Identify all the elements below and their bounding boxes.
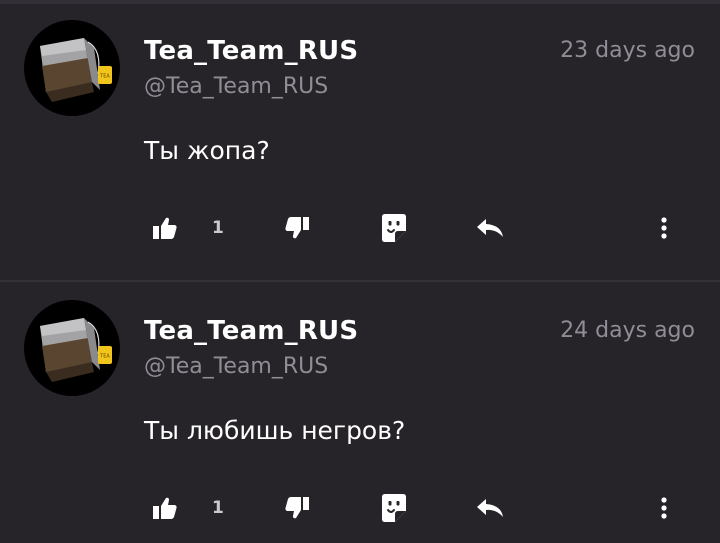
sticker-button[interactable]	[374, 206, 414, 250]
like-button[interactable]	[145, 206, 185, 250]
sticker-icon	[382, 494, 406, 522]
sticker-icon	[382, 214, 406, 242]
more-options-button[interactable]	[644, 486, 684, 530]
action-bar: 1	[0, 206, 720, 252]
timestamp[interactable]: 23 days ago	[560, 38, 695, 63]
reply-button[interactable]	[470, 486, 510, 530]
more-vertical-icon	[661, 497, 667, 519]
like-button[interactable]	[145, 486, 185, 530]
tea-bag-avatar-image: TEA	[40, 38, 112, 102]
comment-post: TEA Tea_Team_RUS @Tea_Team_RUS 24 days a…	[0, 280, 720, 543]
thumbs-down-icon	[285, 497, 309, 519]
svg-text:TEA: TEA	[99, 354, 110, 360]
more-options-button[interactable]	[644, 206, 684, 250]
comment-feed: TEA Tea_Team_RUS @Tea_Team_RUS 23 days a…	[0, 0, 720, 543]
dislike-button[interactable]	[277, 486, 317, 530]
avatar[interactable]: TEA	[24, 20, 120, 116]
timestamp[interactable]: 24 days ago	[560, 318, 695, 343]
comment-text: Ты жопа?	[144, 136, 270, 165]
more-vertical-icon	[661, 217, 667, 239]
user-handle[interactable]: @Tea_Team_RUS	[144, 354, 328, 379]
tea-bag-avatar-image: TEA	[40, 318, 112, 382]
sticker-button[interactable]	[374, 486, 414, 530]
like-count: 1	[212, 218, 224, 238]
reply-button[interactable]	[470, 206, 510, 250]
comment-post: TEA Tea_Team_RUS @Tea_Team_RUS 23 days a…	[0, 0, 720, 278]
comment-text: Ты любишь негров?	[144, 416, 406, 445]
action-bar: 1	[0, 486, 720, 532]
dislike-button[interactable]	[277, 206, 317, 250]
reply-icon	[477, 219, 503, 237]
thumbs-down-icon	[285, 217, 309, 239]
display-name[interactable]: Tea_Team_RUS	[144, 36, 358, 66]
reply-icon	[477, 499, 503, 517]
svg-text:TEA: TEA	[99, 74, 110, 80]
like-count: 1	[212, 498, 224, 518]
avatar[interactable]: TEA	[24, 300, 120, 396]
thumbs-up-icon	[153, 217, 177, 239]
user-handle[interactable]: @Tea_Team_RUS	[144, 74, 328, 99]
display-name[interactable]: Tea_Team_RUS	[144, 316, 358, 346]
thumbs-up-icon	[153, 497, 177, 519]
